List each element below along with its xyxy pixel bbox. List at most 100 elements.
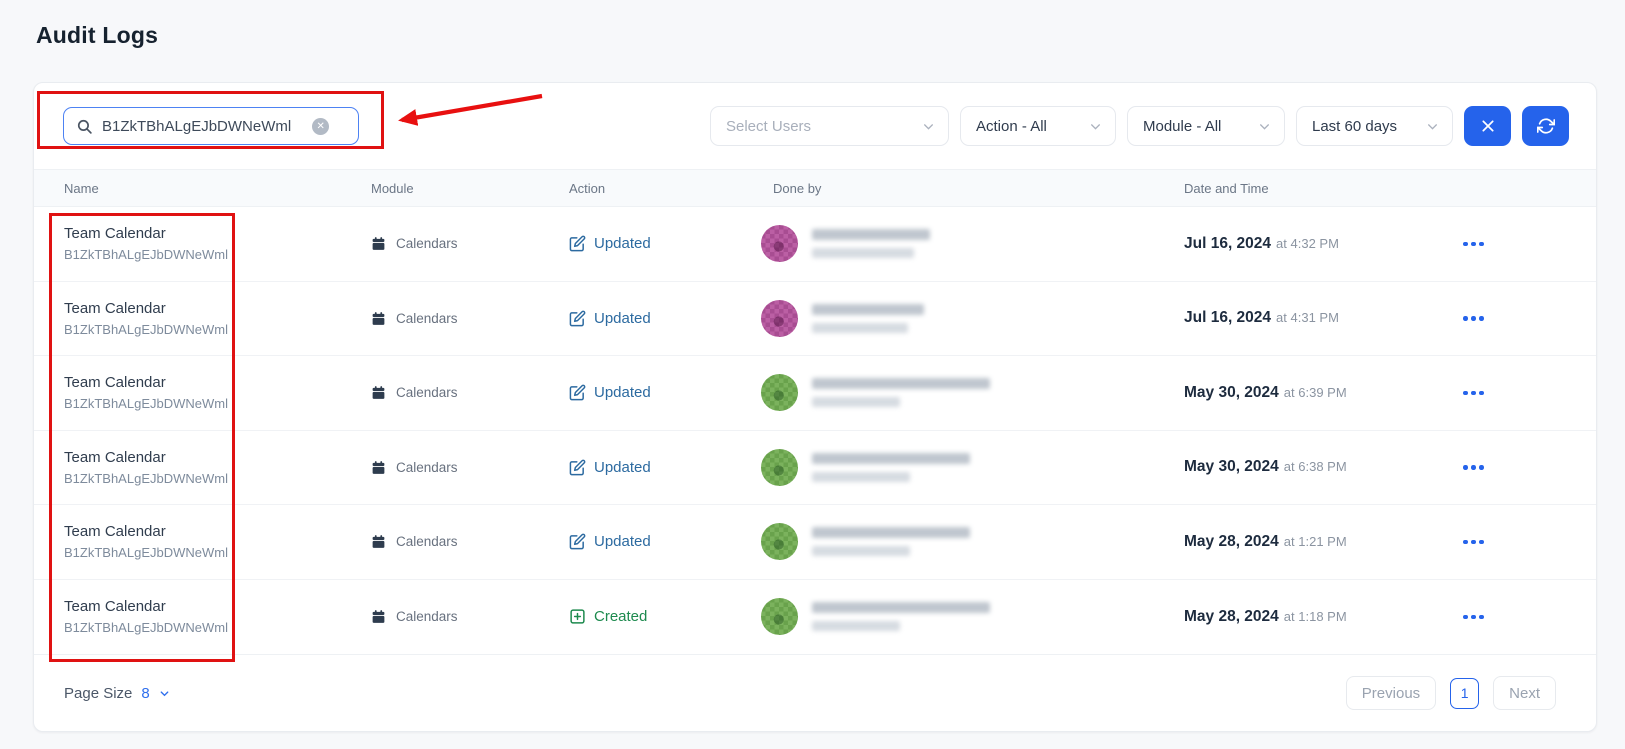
action-label: Updated xyxy=(594,235,651,253)
clear-filters-button[interactable] xyxy=(1464,106,1511,146)
previous-page-button[interactable]: Previous xyxy=(1345,676,1437,710)
action-label: Updated xyxy=(594,458,651,476)
menu-cell xyxy=(1444,385,1566,402)
table-row: Team Calendar B1ZkTBhALgEJbDWNeWml Calen… xyxy=(34,430,1596,505)
action-label: Updated xyxy=(594,384,651,402)
module-cell: Calendars xyxy=(371,534,569,549)
module-cell: Calendars xyxy=(371,609,569,624)
row-menu-button[interactable] xyxy=(1457,310,1490,327)
action-filter-dropdown[interactable]: Action - All xyxy=(960,106,1116,146)
edit-icon xyxy=(569,459,586,476)
avatar xyxy=(761,598,798,636)
row-menu-button[interactable] xyxy=(1457,236,1490,253)
redacted-user-name xyxy=(812,378,990,408)
chevron-down-icon xyxy=(1258,120,1271,133)
action-label: Updated xyxy=(594,533,651,551)
column-header-name: Name xyxy=(64,180,99,196)
name-cell: Team Calendar B1ZkTBhALgEJbDWNeWml xyxy=(64,374,371,411)
row-time: at 6:39 PM xyxy=(1283,384,1347,400)
module-label: Calendars xyxy=(396,609,458,625)
doneby-cell xyxy=(761,523,1184,561)
doneby-cell xyxy=(761,598,1184,636)
row-id: B1ZkTBhALgEJbDWNeWml xyxy=(64,247,228,263)
row-date: May 28, 2024 xyxy=(1184,607,1279,625)
row-menu-button[interactable] xyxy=(1457,534,1490,551)
chevron-down-icon xyxy=(1426,120,1439,133)
row-time: at 4:32 PM xyxy=(1276,235,1339,251)
module-label: Calendars xyxy=(396,459,458,475)
redacted-user-name xyxy=(812,527,970,557)
edit-icon xyxy=(569,533,586,550)
avatar xyxy=(761,374,798,412)
module-label: Calendars xyxy=(396,385,458,401)
next-page-button[interactable]: Next xyxy=(1493,676,1556,710)
action-cell: Created xyxy=(569,608,761,625)
audit-logs-card: B1ZkTBhALgEJbDWNeWml ✕ Select Users Acti… xyxy=(33,82,1597,732)
current-page-button[interactable]: 1 xyxy=(1450,677,1480,709)
table-footer: Page Size 8 Previous 1 Next xyxy=(34,654,1596,731)
calendar-icon xyxy=(371,460,386,475)
table-header: Name Module Action Done by Date and Time xyxy=(34,169,1596,207)
calendar-icon xyxy=(371,385,386,400)
row-date: May 30, 2024 xyxy=(1184,383,1279,401)
search-input[interactable]: B1ZkTBhALgEJbDWNeWml ✕ xyxy=(63,107,359,145)
table-rows: Team Calendar B1ZkTBhALgEJbDWNeWml Calen… xyxy=(34,207,1596,654)
menu-cell xyxy=(1444,534,1566,551)
action-cell: Updated xyxy=(569,459,761,476)
row-menu-button[interactable] xyxy=(1457,385,1490,402)
action-cell: Updated xyxy=(569,384,761,401)
menu-cell xyxy=(1444,459,1566,476)
create-icon xyxy=(569,608,586,625)
refresh-button[interactable] xyxy=(1522,106,1569,146)
date-range-dropdown[interactable]: Last 60 days xyxy=(1296,106,1453,146)
doneby-cell xyxy=(761,299,1184,337)
module-cell: Calendars xyxy=(371,460,569,475)
module-filter-dropdown[interactable]: Module - All xyxy=(1127,106,1285,146)
column-header-action: Action xyxy=(569,180,606,196)
toolbar: B1ZkTBhALgEJbDWNeWml ✕ Select Users Acti… xyxy=(34,83,1596,169)
chevron-down-icon xyxy=(159,688,170,699)
row-date: May 28, 2024 xyxy=(1184,532,1279,550)
calendar-icon xyxy=(371,311,386,326)
name-cell: Team Calendar B1ZkTBhALgEJbDWNeWml xyxy=(64,225,371,262)
row-date: Jul 16, 2024 xyxy=(1184,234,1272,252)
module-cell: Calendars xyxy=(371,385,569,400)
doneby-cell xyxy=(761,374,1184,412)
name-cell: Team Calendar B1ZkTBhALgEJbDWNeWml xyxy=(64,300,371,337)
select-users-dropdown[interactable]: Select Users xyxy=(710,106,949,146)
date-cell: May 28, 2024 at 1:21 PM xyxy=(1184,533,1444,551)
module-cell: Calendars xyxy=(371,311,569,326)
table-row: Team Calendar B1ZkTBhALgEJbDWNeWml Calen… xyxy=(34,356,1596,431)
edit-icon xyxy=(569,310,586,327)
table-row: Team Calendar B1ZkTBhALgEJbDWNeWml Calen… xyxy=(34,207,1596,282)
name-cell: Team Calendar B1ZkTBhALgEJbDWNeWml xyxy=(64,598,371,635)
row-id: B1ZkTBhALgEJbDWNeWml xyxy=(64,620,228,636)
edit-icon xyxy=(569,235,586,252)
row-menu-button[interactable] xyxy=(1457,609,1490,626)
table-row: Team Calendar B1ZkTBhALgEJbDWNeWml Calen… xyxy=(34,505,1596,580)
row-id: B1ZkTBhALgEJbDWNeWml xyxy=(64,470,228,486)
chevron-down-icon xyxy=(922,120,935,133)
filters: Select Users Action - All Module - All L… xyxy=(710,106,1569,146)
calendar-icon xyxy=(371,534,386,549)
date-cell: Jul 16, 2024 at 4:31 PM xyxy=(1184,309,1444,327)
row-time: at 6:38 PM xyxy=(1283,459,1347,475)
clear-search-icon[interactable]: ✕ xyxy=(312,117,330,135)
row-id: B1ZkTBhALgEJbDWNeWml xyxy=(64,545,228,561)
page-size-control[interactable]: Page Size 8 xyxy=(64,685,170,702)
row-menu-button[interactable] xyxy=(1457,459,1490,476)
edit-icon xyxy=(569,384,586,401)
search-value: B1ZkTBhALgEJbDWNeWml xyxy=(102,117,292,135)
date-cell: Jul 16, 2024 at 4:32 PM xyxy=(1184,235,1444,253)
action-cell: Updated xyxy=(569,533,761,550)
module-label: Calendars xyxy=(396,236,458,252)
menu-cell xyxy=(1444,236,1566,253)
action-cell: Updated xyxy=(569,310,761,327)
pagination: Previous 1 Next xyxy=(1345,676,1556,710)
row-name: Team Calendar xyxy=(64,225,166,243)
column-header-module: Module xyxy=(371,180,414,196)
close-icon xyxy=(1480,118,1496,134)
table-row: Team Calendar B1ZkTBhALgEJbDWNeWml Calen… xyxy=(34,281,1596,356)
row-id: B1ZkTBhALgEJbDWNeWml xyxy=(64,396,228,412)
row-time: at 4:31 PM xyxy=(1276,310,1339,326)
